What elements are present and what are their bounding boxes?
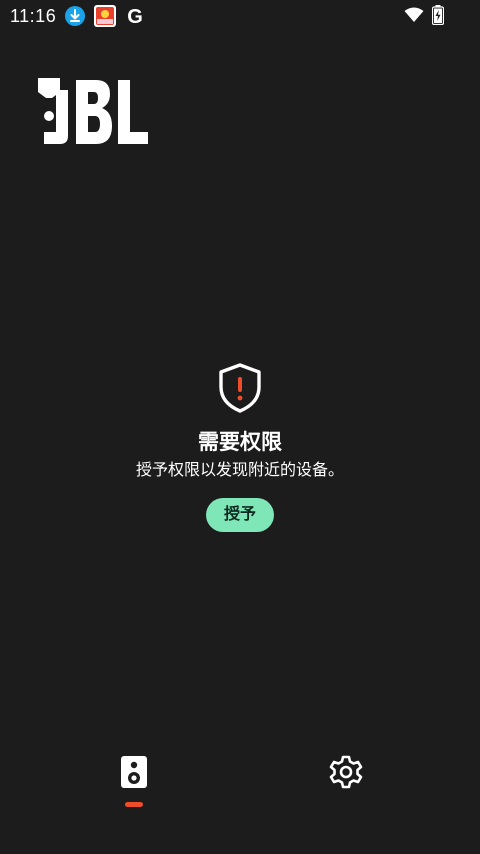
wifi-icon [404, 7, 424, 27]
permission-title: 需要权限 [198, 430, 282, 454]
grant-permission-button[interactable]: 授予 [206, 498, 274, 532]
speaker-icon [121, 756, 147, 788]
permission-panel: 需要权限 授予权限以发现附近的设备。 授予 [0, 362, 480, 532]
google-icon: G [124, 4, 146, 32]
jbl-logo-mark [38, 78, 148, 144]
nav-item-settings[interactable] [328, 754, 364, 790]
svg-text:G: G [127, 6, 143, 28]
jbl-logo [38, 78, 148, 150]
nav-item-devices[interactable] [118, 754, 150, 810]
bottom-navigation [0, 740, 480, 820]
shield-alert-icon [219, 363, 261, 413]
permission-message: 授予权限以发现附近的设备。 [135, 460, 344, 479]
app-notification-icon [94, 5, 116, 31]
battery-charging-icon [431, 5, 445, 29]
download-icon [64, 5, 86, 31]
gear-icon [329, 755, 363, 789]
selected-tab-indicator [125, 802, 143, 807]
status-bar: 11:16 G [0, 0, 480, 32]
status-time: 11:16 [10, 6, 57, 26]
